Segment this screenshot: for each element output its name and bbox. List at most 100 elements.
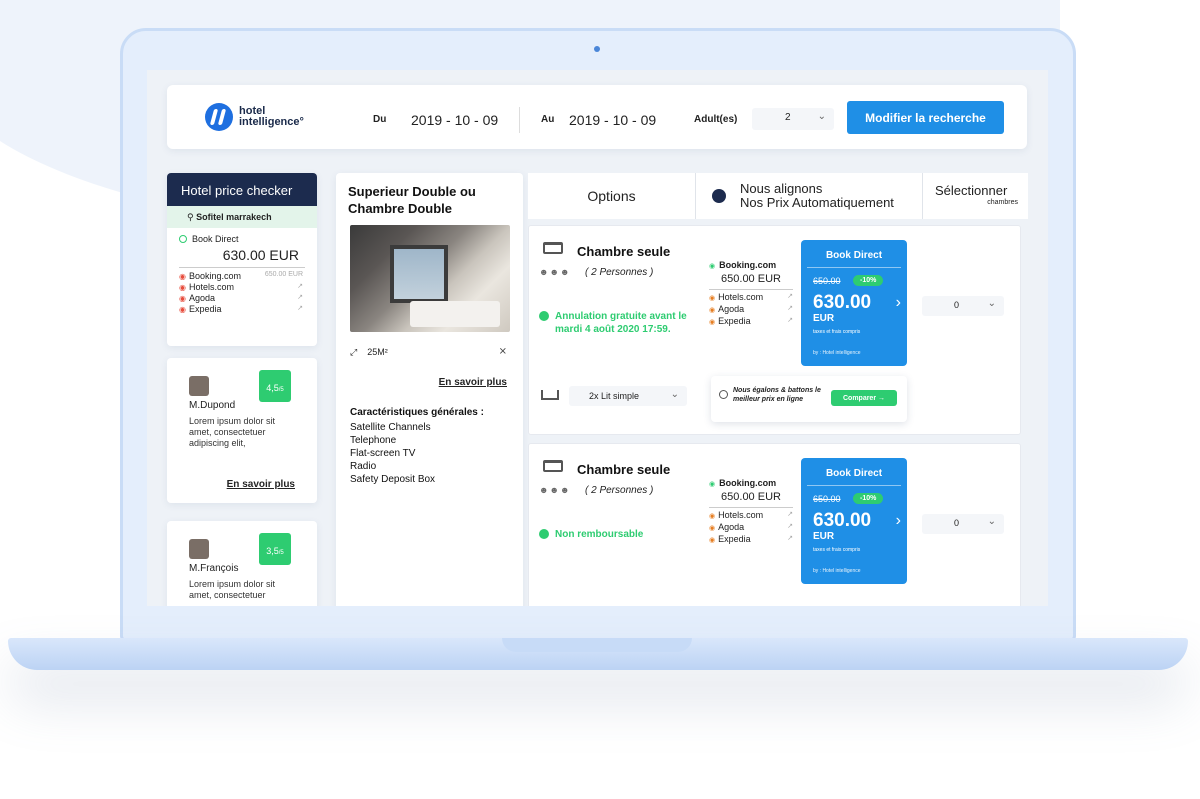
laptop-camera [594, 46, 600, 52]
price-guarantee-box: Nous égalons & battons le meilleur prix … [711, 376, 907, 422]
old-price: 650.00 [813, 494, 841, 504]
review-score-badge: 4,5/5 [259, 370, 291, 402]
review-score-badge: 3,5/5 [259, 533, 291, 565]
link-icon: ↗ [787, 293, 793, 300]
avatar [189, 376, 209, 396]
link-icon: ↗ [297, 283, 303, 290]
review-text: Lorem ipsum dolor sit amet, consectetuer [189, 579, 276, 600]
option-title: Chambre seule [577, 244, 671, 259]
chevron-down-icon: ⌄ [817, 111, 826, 122]
chevron-down-icon: ⌄ [987, 516, 996, 527]
features-title: Caractéristiques générales : [350, 407, 484, 418]
room-more-link[interactable]: En savoir plus [439, 377, 507, 388]
powered-by: by : Hotel intelligence [813, 350, 861, 356]
info-icon [539, 529, 549, 539]
checker-ota-row: ◉ Hotels.com ↗ [179, 282, 303, 292]
compare-button[interactable]: Comparer → [831, 390, 897, 406]
room-detail-card: Superieur Double ou Chambre Double ⤢ 25M… [336, 173, 523, 606]
room-area: ⤢ 25M² [350, 347, 388, 357]
bed-icon [543, 460, 563, 472]
persons-icon: ☻☻☻ [539, 485, 571, 495]
to-date[interactable]: 2019 - 10 - 09 [569, 112, 656, 128]
select-column-header: Sélectionner chambres [935, 183, 1018, 206]
checker-ota-row: ◉ Expedia ↗ [179, 304, 303, 314]
option-persons: ( 2 Personnes ) [585, 485, 654, 496]
logo-icon [205, 103, 233, 131]
adults-select[interactable]: 2 ⌄ [752, 108, 834, 130]
ota-row: ◉ Expedia ↗ [709, 316, 793, 326]
room-photo[interactable] [350, 225, 510, 332]
divider [807, 267, 901, 268]
no-smoking-icon: ⨯ [498, 346, 507, 357]
chevron-right-icon[interactable]: › [896, 294, 901, 312]
old-price: 650.00 [813, 276, 841, 286]
search-icon: ⚲ [187, 212, 197, 222]
ota-icon: ◉ [709, 319, 716, 326]
feature-item: Radio [350, 461, 377, 472]
persons-icon: ☻☻☻ [539, 267, 571, 277]
booking-name: ◉ Booking.com [709, 478, 777, 488]
laptop-notch [502, 638, 692, 652]
powered-by: by : Hotel intelligence [813, 568, 861, 574]
info-icon [539, 311, 549, 321]
room-title: Superieur Double ou Chambre Double [348, 184, 476, 216]
direct-price: 630.00 [813, 292, 872, 313]
date-divider [519, 107, 520, 133]
book-direct-title: Book Direct [825, 468, 883, 479]
options-header: Options Nous alignons Nos Prix Automatiq… [528, 173, 1028, 219]
features-list: Satellite Channels Telephone Flat-screen… [350, 421, 435, 486]
discount-badge: -10% [853, 493, 884, 504]
book-direct-card[interactable]: Book Direct 650.00 -10% 630.00 EUR taxes… [801, 458, 907, 584]
avatar [189, 539, 209, 559]
bed-type-icon [541, 390, 559, 400]
room-option-row: Chambre seule ☻☻☻ ( 2 Personnes ) Annula… [528, 225, 1021, 435]
book-direct-title: Book Direct [825, 250, 883, 261]
link-icon: ↗ [787, 305, 793, 312]
review-card: 4,5/5 M.Dupond Lorem ipsum dolor sit ame… [167, 358, 317, 503]
link-icon: ↗ [787, 535, 793, 542]
ota-icon: ◉ [709, 295, 716, 302]
from-label: Du [373, 114, 387, 125]
link-icon: ↗ [787, 523, 793, 530]
checker-price: 630.00 EUR [222, 247, 299, 263]
guarantee-text: Nous égalons & battons le meilleur prix … [733, 387, 821, 403]
taxes-note: taxes et frais compris [813, 547, 861, 553]
link-icon: ↗ [787, 511, 793, 518]
to-label: Au [541, 114, 555, 125]
search-bar: hotel intelligence° Du 2019 - 10 - 09 Au… [167, 85, 1027, 149]
chevron-down-icon: ⌄ [670, 389, 679, 400]
room-quantity-select[interactable]: 0 ⌄ [922, 514, 1004, 534]
ota-icon: ◉ [179, 294, 186, 303]
ota-row: ◉ Agoda ↗ [709, 522, 793, 532]
ota-icon: ◉ [179, 305, 186, 314]
ota-icon: ◉ [709, 525, 716, 532]
checker-book-direct: Book Direct [167, 228, 317, 244]
modify-search-button[interactable]: Modifier la recherche [847, 101, 1004, 134]
feature-item: Satellite Channels [350, 422, 431, 433]
cancellation-policy: Non remboursable [539, 528, 689, 541]
brand-logo[interactable]: hotel intelligence° [205, 103, 304, 131]
discount-badge: -10% [853, 275, 884, 286]
ota-icon: ◉ [709, 307, 716, 314]
ota-comparison: ◉ Booking.com 650.00 EUR ◉ Hotels.com ↗ ◉ Ag… [709, 478, 793, 544]
options-column-header: Options [528, 173, 696, 219]
booking-icon: ◉ [709, 263, 716, 270]
book-direct-card[interactable]: Book Direct 650.00 -10% 630.00 EUR taxes… [801, 240, 907, 366]
link-icon: ↗ [297, 294, 303, 301]
logo-line-2: intelligence° [239, 116, 304, 128]
room-quantity-select[interactable]: 0 ⌄ [922, 296, 1004, 316]
link-icon: ↗ [297, 305, 303, 312]
bed-type-select[interactable]: 2x Lit simple ⌄ [569, 386, 687, 406]
from-date[interactable]: 2019 - 10 - 09 [411, 112, 498, 128]
adults-label: Adult(es) [694, 114, 738, 125]
checker-hotel: ⚲ Sofitel marrakech [167, 206, 317, 228]
chevron-right-icon[interactable]: › [896, 512, 901, 530]
ota-comparison: ◉ Booking.com 650.00 EUR ◉ Hotels.com ↗ ◉ Ag… [709, 260, 793, 326]
ota-icon: ◉ [179, 283, 186, 292]
expand-icon: ⤢ [350, 347, 358, 357]
reviewer-name: M.Dupond [189, 400, 236, 411]
ota-row: ◉ Hotels.com ↗ [709, 510, 793, 520]
chevron-down-icon: ⌄ [987, 298, 996, 309]
review-more-link[interactable]: En savoir plus [227, 479, 295, 490]
check-icon [179, 235, 187, 243]
